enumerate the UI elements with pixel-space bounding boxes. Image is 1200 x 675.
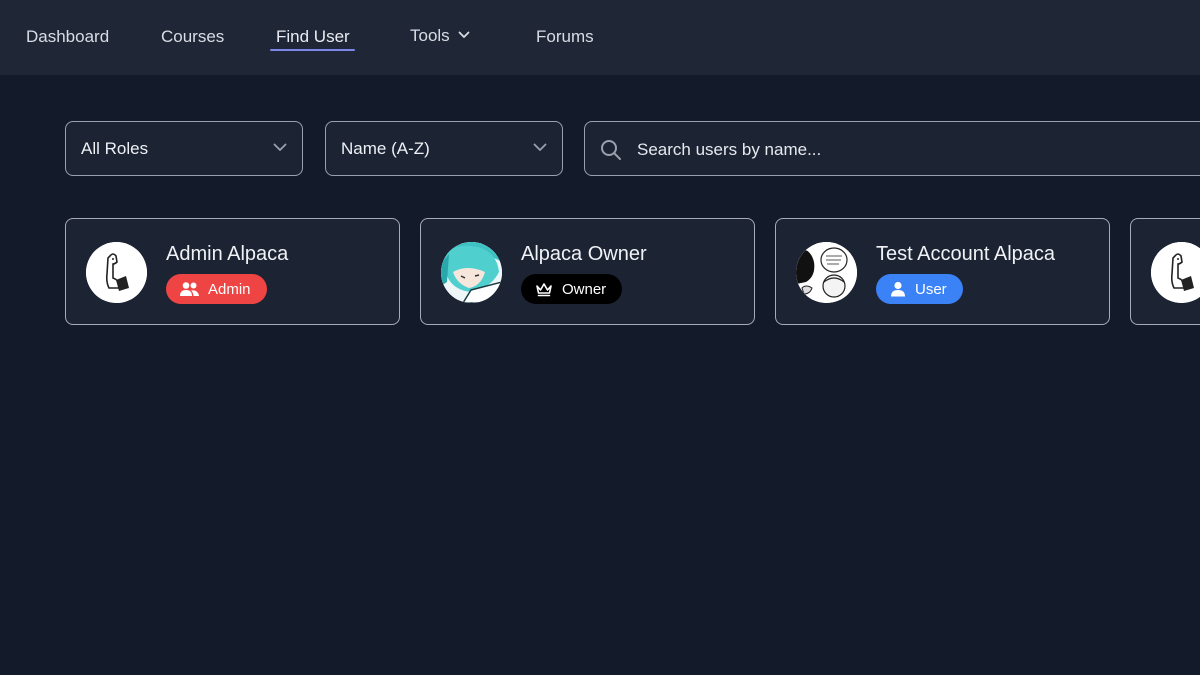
users-icon	[180, 282, 199, 296]
avatar	[441, 242, 502, 303]
user-name: Test Account Alpaca	[876, 243, 1056, 265]
role-filter-select[interactable]: All Roles	[65, 121, 303, 176]
role-label: Admin	[208, 280, 251, 298]
chevron-down-icon	[458, 31, 470, 38]
active-tab-indicator	[270, 49, 355, 51]
user-card[interactable]: Admin Alpaca Admin	[65, 218, 400, 325]
alpaca-avatar-image	[86, 242, 147, 303]
sort-value: Name (A-Z)	[341, 139, 430, 158]
role-filter-value: All Roles	[81, 139, 149, 158]
user-card[interactable]: Test Account Alpaca User	[775, 218, 1110, 325]
sort-select[interactable]: Name (A-Z)	[325, 121, 563, 176]
search-box	[584, 121, 1200, 176]
crown-icon	[536, 283, 552, 297]
nav-courses[interactable]: Courses	[161, 26, 224, 48]
alpaca-avatar-image	[1151, 242, 1200, 303]
role-label: Owner	[562, 280, 607, 298]
user-icon	[891, 281, 905, 297]
avatar	[86, 242, 147, 303]
avatar	[1151, 242, 1200, 303]
user-name: Alpaca Owner	[521, 243, 647, 265]
nav-forums[interactable]: Forums	[536, 26, 594, 48]
user-name: Admin Alpaca	[166, 243, 289, 265]
nav-dashboard[interactable]: Dashboard	[26, 26, 109, 48]
top-navbar: Dashboard Courses Find User Tools Forums	[0, 0, 1200, 75]
user-card-partial[interactable]	[1130, 218, 1200, 325]
role-badge-admin: Admin	[166, 274, 267, 304]
user-card[interactable]: Alpaca Owner Owner	[420, 218, 755, 325]
chevron-down-icon	[533, 143, 547, 151]
chevron-down-icon	[273, 143, 287, 151]
search-input[interactable]	[635, 135, 1179, 165]
avatar	[796, 242, 857, 303]
nav-tools[interactable]: Tools	[410, 25, 470, 47]
anime-avatar-image	[441, 242, 502, 303]
nav-find-user[interactable]: Find User	[276, 26, 350, 48]
search-icon	[601, 140, 621, 160]
role-badge-user: User	[876, 274, 963, 304]
manga-avatar-image	[796, 242, 857, 303]
nav-tools-label: Tools	[410, 26, 450, 45]
role-badge-owner: Owner	[521, 274, 623, 304]
role-label: User	[915, 280, 947, 298]
